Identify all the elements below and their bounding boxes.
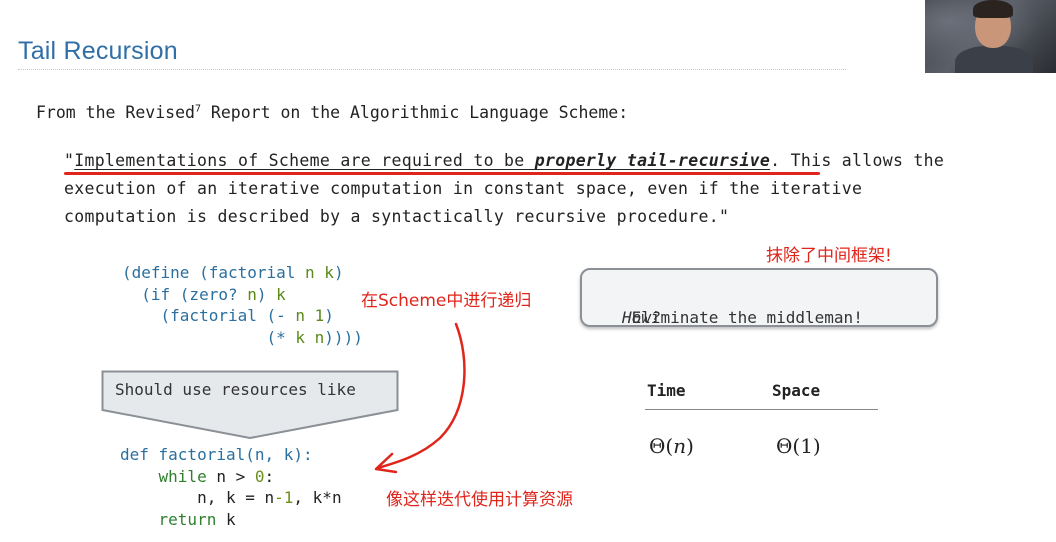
annotation-note-top: 抹除了中间框架! [766,246,892,266]
annotation-arrow [374,322,466,474]
annotation-note-bottom: 像这样迭代使用计算资源 [386,490,573,510]
annotation-note-middle: 在Scheme中进行递归 [361,291,532,311]
